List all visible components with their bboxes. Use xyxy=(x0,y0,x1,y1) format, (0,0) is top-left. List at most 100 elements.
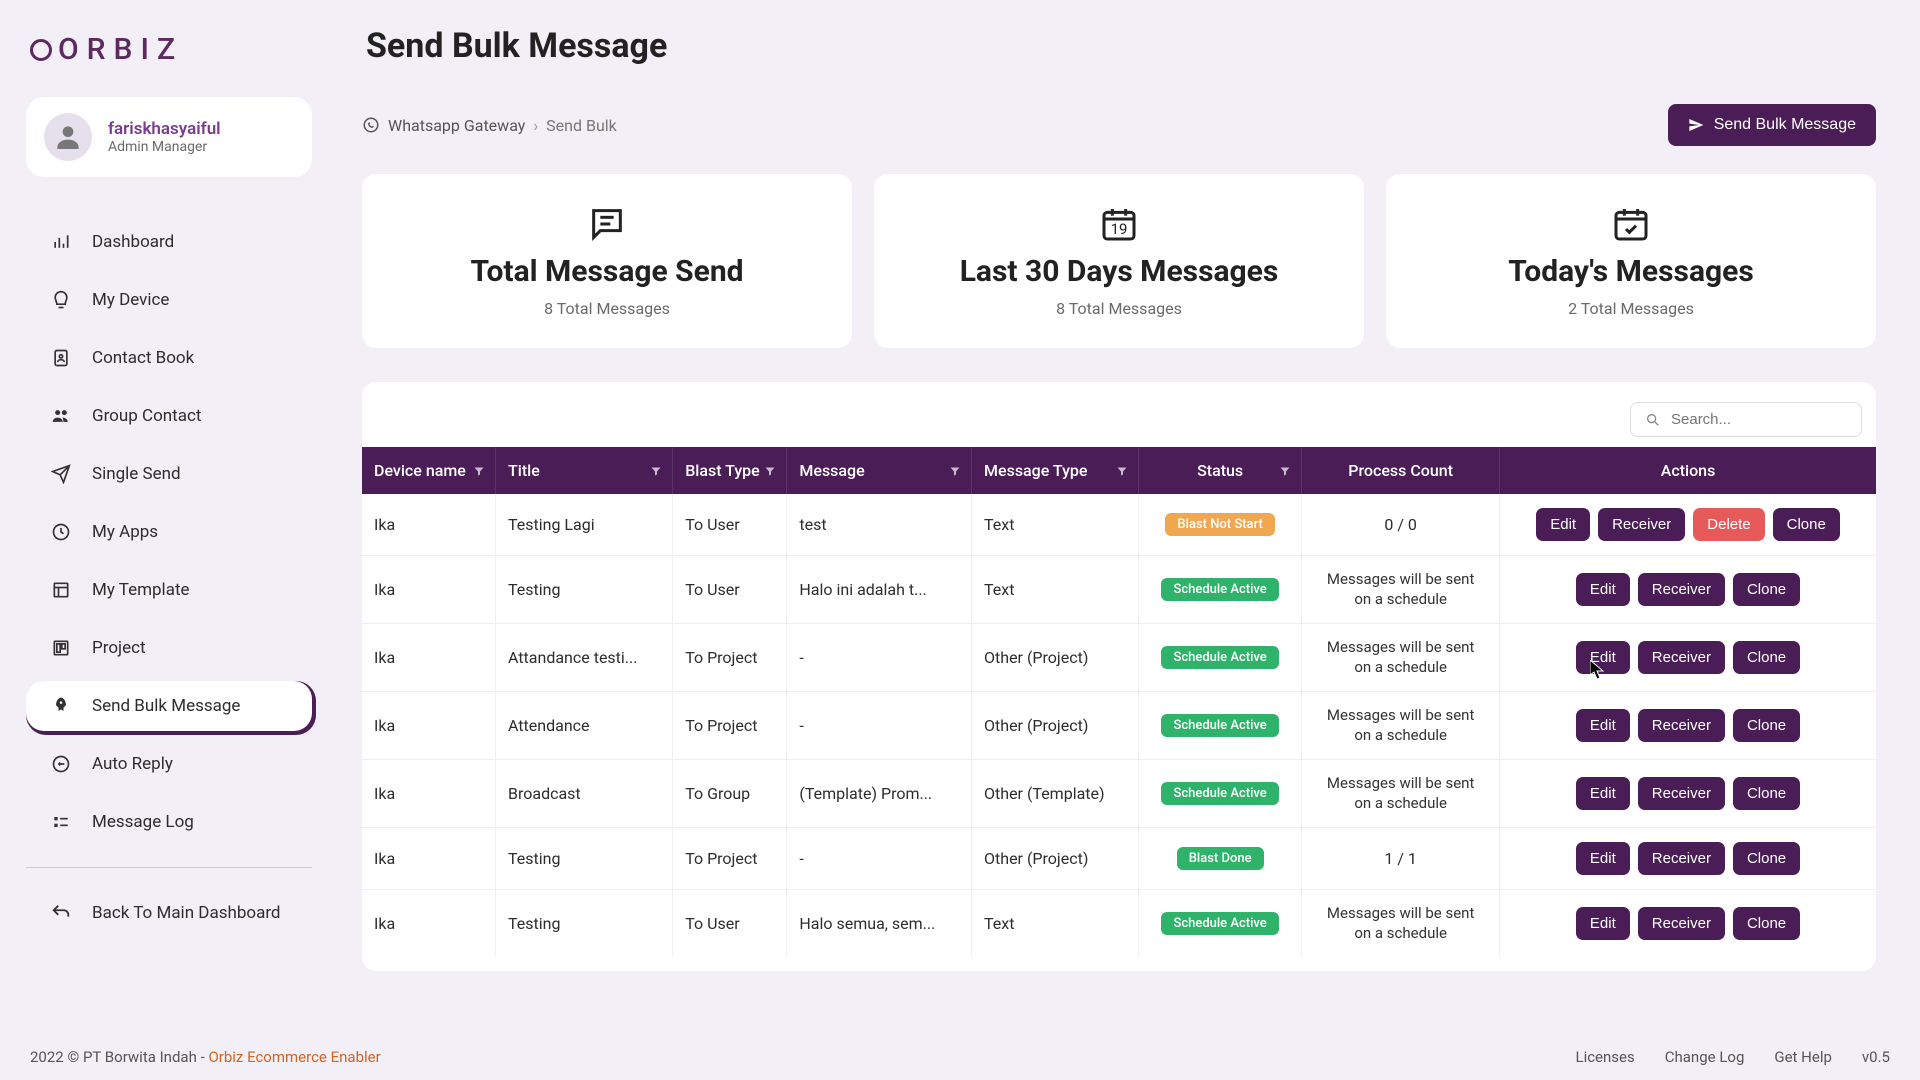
sidebar-item-label: Group Contact xyxy=(92,406,201,426)
sidebar-item-label: Project xyxy=(92,638,146,658)
sidebar-item-log[interactable]: Message Log xyxy=(26,797,312,847)
clone-button[interactable]: Clone xyxy=(1733,907,1800,940)
filter-icon xyxy=(473,465,485,477)
send-bulk-label: Send Bulk Message xyxy=(1714,116,1856,134)
delete-button[interactable]: Delete xyxy=(1693,508,1764,541)
edit-button[interactable]: Edit xyxy=(1576,777,1630,810)
sidebar-item-apps[interactable]: My Apps xyxy=(26,507,312,557)
col-header[interactable]: Device name xyxy=(362,447,496,494)
cell-blast: To Group xyxy=(673,760,787,828)
cell-process: Messages will be senton a schedule xyxy=(1302,556,1500,624)
svg-text:19: 19 xyxy=(1111,220,1128,238)
table-row: IkaAttandance testi...To Project-Other (… xyxy=(362,624,1876,692)
footer-link-help[interactable]: Get Help xyxy=(1774,1048,1832,1066)
cell-process: Messages will be senton a schedule xyxy=(1302,624,1500,692)
cell-blast: To User xyxy=(673,556,787,624)
edit-button[interactable]: Edit xyxy=(1576,641,1630,674)
log-icon xyxy=(50,811,72,833)
contact-icon xyxy=(50,347,72,369)
receiver-button[interactable]: Receiver xyxy=(1638,641,1725,674)
sidebar-item-rocket[interactable]: Send Bulk Message xyxy=(26,681,312,731)
receiver-button[interactable]: Receiver xyxy=(1638,842,1725,875)
filter-icon xyxy=(764,465,776,477)
edit-button[interactable]: Edit xyxy=(1576,907,1630,940)
status-badge: Schedule Active xyxy=(1161,912,1278,935)
breadcrumb-current: Send Bulk xyxy=(546,116,617,135)
footer-brand[interactable]: Orbiz Ecommerce Enabler xyxy=(208,1048,380,1066)
receiver-button[interactable]: Receiver xyxy=(1638,573,1725,606)
cell-message: - xyxy=(787,624,972,692)
sidebar-item-label: Send Bulk Message xyxy=(92,696,240,716)
send-bulk-button[interactable]: Send Bulk Message xyxy=(1668,104,1876,146)
clone-button[interactable]: Clone xyxy=(1733,641,1800,674)
cell-mtype: Text xyxy=(972,890,1139,958)
table-row: IkaTestingTo UserHalo semua, sem...TextS… xyxy=(362,890,1876,958)
col-header[interactable]: Status xyxy=(1139,447,1302,494)
receiver-button[interactable]: Receiver xyxy=(1638,907,1725,940)
edit-button[interactable]: Edit xyxy=(1576,573,1630,606)
sidebar-item-label: Single Send xyxy=(92,464,181,484)
sidebar-item-label: Auto Reply xyxy=(92,754,173,774)
sidebar-item-reply[interactable]: Auto Reply xyxy=(26,739,312,789)
cell-device: Ika xyxy=(362,890,496,958)
rocket-icon xyxy=(50,695,72,717)
cell-actions: EditReceiverClone xyxy=(1500,624,1876,692)
sidebar-item-template[interactable]: My Template xyxy=(26,565,312,615)
sidebar-item-send[interactable]: Single Send xyxy=(26,449,312,499)
col-header[interactable]: Message xyxy=(787,447,972,494)
edit-button[interactable]: Edit xyxy=(1576,709,1630,742)
clone-button[interactable]: Clone xyxy=(1733,777,1800,810)
search-input[interactable] xyxy=(1671,411,1847,428)
cell-status: Blast Not Start xyxy=(1139,494,1302,556)
filter-icon xyxy=(949,465,961,477)
cell-status: Schedule Active xyxy=(1139,692,1302,760)
cell-message: - xyxy=(787,692,972,760)
stat-30-days: 19 Last 30 Days Messages 8 Total Message… xyxy=(874,174,1364,348)
footer-link-licenses[interactable]: Licenses xyxy=(1575,1048,1634,1066)
clone-button[interactable]: Clone xyxy=(1733,709,1800,742)
user-card: fariskhasyaiful Admin Manager xyxy=(26,97,312,177)
status-badge: Blast Not Start xyxy=(1165,513,1274,536)
table-row: IkaAttendanceTo Project-Other (Project)S… xyxy=(362,692,1876,760)
stat-sub: 2 Total Messages xyxy=(1568,299,1694,318)
col-header[interactable]: Title xyxy=(496,447,673,494)
filter-icon xyxy=(1116,465,1128,477)
sidebar-item-dashboard[interactable]: Dashboard xyxy=(26,217,312,267)
nav-back[interactable]: Back To Main Dashboard xyxy=(26,888,312,938)
sidebar-item-project[interactable]: Project xyxy=(26,623,312,673)
clone-button[interactable]: Clone xyxy=(1773,508,1840,541)
receiver-button[interactable]: Receiver xyxy=(1638,777,1725,810)
cell-blast: To Project xyxy=(673,624,787,692)
calendar-check-icon xyxy=(1611,204,1651,244)
sidebar-item-group[interactable]: Group Contact xyxy=(26,391,312,441)
cell-blast: To User xyxy=(673,890,787,958)
breadcrumb-root[interactable]: Whatsapp Gateway xyxy=(388,116,525,135)
sidebar-item-contact[interactable]: Contact Book xyxy=(26,333,312,383)
cell-status: Schedule Active xyxy=(1139,890,1302,958)
project-icon xyxy=(50,637,72,659)
table-row: IkaTesting LagiTo UsertestTextBlast Not … xyxy=(362,494,1876,556)
receiver-button[interactable]: Receiver xyxy=(1598,508,1685,541)
cell-mtype: Text xyxy=(972,494,1139,556)
cell-blast: To User xyxy=(673,494,787,556)
cell-message: Halo ini adalah t... xyxy=(787,556,972,624)
sidebar: ORBIZ fariskhasyaiful Admin Manager Dash… xyxy=(0,0,338,1080)
nav: Dashboard My Device Contact Book Group Cont… xyxy=(26,217,312,847)
cell-title: Broadcast xyxy=(496,760,673,828)
clone-button[interactable]: Clone xyxy=(1733,573,1800,606)
device-icon xyxy=(50,289,72,311)
receiver-button[interactable]: Receiver xyxy=(1638,709,1725,742)
search-box[interactable] xyxy=(1630,402,1862,437)
edit-button[interactable]: Edit xyxy=(1576,842,1630,875)
sidebar-item-device[interactable]: My Device xyxy=(26,275,312,325)
edit-button[interactable]: Edit xyxy=(1536,508,1590,541)
page-title: Send Bulk Message xyxy=(366,26,1876,66)
col-header[interactable]: Blast Type xyxy=(673,447,787,494)
user-role: Admin Manager xyxy=(108,139,221,155)
sidebar-item-label: Contact Book xyxy=(92,348,194,368)
col-header[interactable]: Message Type xyxy=(972,447,1139,494)
footer-link-changelog[interactable]: Change Log xyxy=(1665,1048,1745,1066)
cell-blast: To Project xyxy=(673,692,787,760)
clone-button[interactable]: Clone xyxy=(1733,842,1800,875)
table-row: IkaTestingTo UserHalo ini adalah t...Tex… xyxy=(362,556,1876,624)
